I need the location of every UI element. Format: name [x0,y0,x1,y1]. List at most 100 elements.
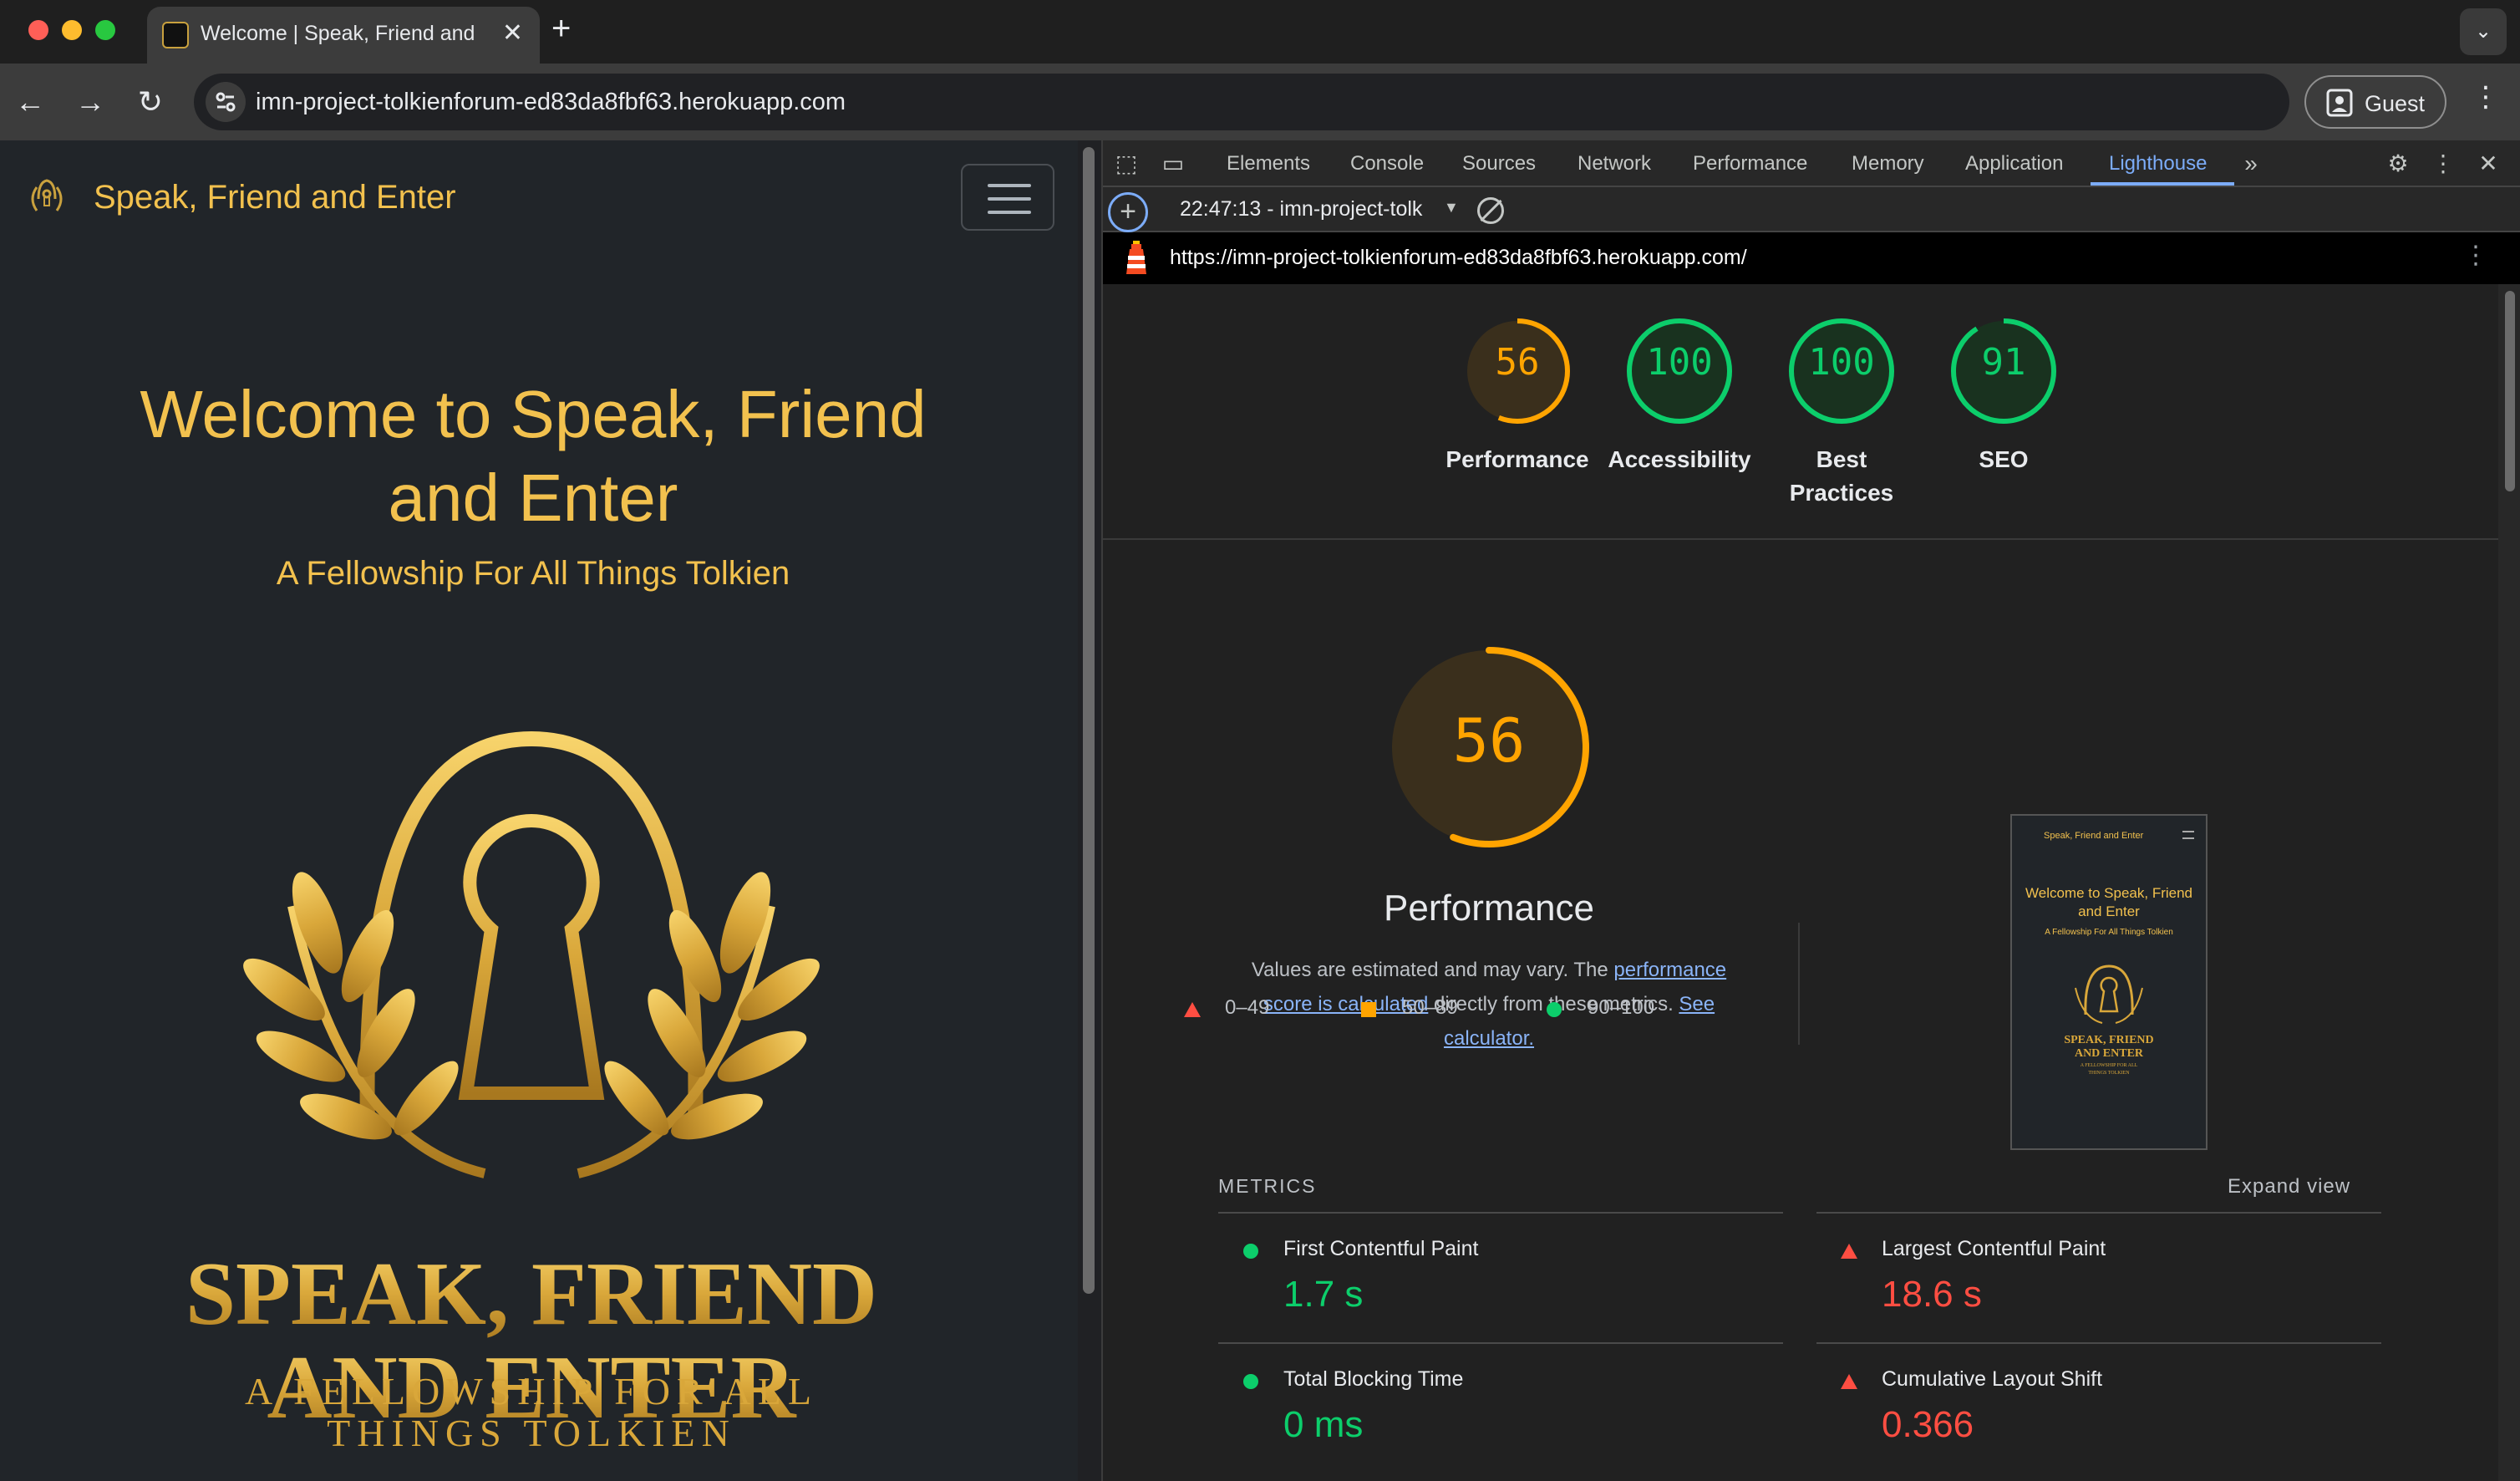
score-label: Accessibility [1608,446,1751,472]
score-gauge-seo[interactable]: 91 SEO [1928,316,2079,476]
report-scrollbar-thumb[interactable] [2505,291,2515,491]
report-selector[interactable]: 22:47:13 - imn-project-tolk [1180,197,1422,221]
score-note: Values are estimated and may vary. The p… [1251,959,1727,1050]
final-screenshot-thumbnail[interactable]: Speak, Friend and Enter Welcome to Speak… [2010,814,2208,1150]
metric-largest-contentful-paint: Largest Contentful Paint 18.6 s [1816,1214,2381,1344]
circle-icon [1547,1002,1562,1017]
expand-view-toggle[interactable]: Expand view [2228,1175,2350,1199]
inspect-element-icon[interactable]: ⬚ [1113,150,1140,177]
brand-logo-icon[interactable] [20,174,74,221]
profile-button[interactable]: Guest [2304,75,2446,129]
device-toolbar-icon[interactable]: ▭ [1160,150,1186,177]
chevron-down-icon[interactable]: ▼ [1444,199,1459,216]
score-gauge-performance[interactable]: 56 Performance [1442,316,1593,476]
circle-icon [1243,1374,1258,1389]
page-scrollbar[interactable] [1078,140,1101,1481]
tab-console[interactable]: Console [1350,152,1424,176]
tab-search-button[interactable]: ⌄ [2460,8,2507,55]
circle-icon [1243,1244,1258,1259]
tab-sources[interactable]: Sources [1462,152,1536,176]
tab-title: Welcome | Speak, Friend and Enter [201,22,476,45]
website-viewport: Speak, Friend and Enter Welcome to Speak… [0,140,1078,1481]
back-button[interactable]: ← [10,82,50,122]
score-value: 91 [1981,341,2026,384]
logo-title-line1: SPEAK, FRIEND [185,1244,877,1344]
score-value: 100 [1808,341,1875,384]
minimize-window-button[interactable] [62,20,82,40]
metric-value: 0.366 [1882,1404,1974,1445]
score-label: Performance [1445,446,1589,472]
lighthouse-report: 56 Performance 100 Accessibility 100 Best Prac… [1103,284,2498,1481]
new-report-button[interactable]: + [1108,192,1148,232]
reload-button[interactable]: ↻ [130,82,170,122]
lighthouse-toolbar: + 22:47:13 - imn-project-tolk ▼ [1103,187,2520,232]
triangle-icon [1841,1244,1857,1259]
svg-text:AND ENTER: AND ENTER [2075,1047,2144,1060]
browser-menu-icon[interactable]: ⋮ [2472,80,2500,122]
close-tab-icon[interactable]: ✕ [502,18,523,48]
navbar-toggle-button[interactable] [961,164,1054,231]
browser-tab[interactable]: Welcome | Speak, Friend and Enter ✕ [147,7,540,64]
metric-cumulative-layout-shift: Cumulative Layout Shift 0.366 [1816,1344,2381,1474]
score-gauge-accessibility[interactable]: 100 Accessibility [1604,316,1755,476]
browser-toolbar: ← → ↻ imn-project-tolkienforum-ed83da8fb… [0,64,2520,140]
svg-text:THINGS TOLKIEN: THINGS TOLKIEN [2088,1071,2130,1076]
report-menu-icon[interactable]: ⋮ [2463,241,2488,270]
hero-heading: Welcome to Speak, Friend and Enter [140,377,927,535]
page-scrollbar-thumb[interactable] [1083,147,1095,1294]
tab-strip: Welcome | Speak, Friend and Enter ✕ + ⌄ [0,0,2520,64]
logo-tagline: A FELLOWSHIP FOR ALL THINGS TOLKIEN [245,1370,811,1454]
svg-text:A FELLOWSHIP FOR ALL: A FELLOWSHIP FOR ALL [2081,1063,2138,1068]
tab-memory[interactable]: Memory [1852,152,1924,176]
close-devtools-icon[interactable]: ✕ [2475,150,2502,177]
site-favicon-icon [162,22,189,48]
new-tab-button[interactable]: + [551,10,571,48]
score-label: SEO [1979,446,2029,472]
settings-gear-icon[interactable]: ⚙ [2385,150,2411,177]
metric-name: Total Blocking Time [1283,1367,1464,1391]
score-gauge-best[interactable]: 100 Best Practices [1766,316,1917,510]
report-url[interactable]: https://imn-project-tolkienforum-ed83da8… [1170,246,1747,270]
profile-icon [2326,89,2353,117]
zoom-window-button[interactable] [95,20,115,40]
site-info-icon[interactable] [206,82,246,122]
close-window-button[interactable] [28,20,48,40]
tab-application[interactable]: Application [1965,152,2063,176]
svg-text:THINGS TOLKIEN: THINGS TOLKIEN [327,1412,736,1454]
metric-value: 0 ms [1283,1404,1364,1445]
performance-score-large: 56 [1452,705,1526,776]
metric-first-contentful-paint: First Contentful Paint 1.7 s [1218,1214,1783,1344]
tab-elements[interactable]: Elements [1227,152,1310,176]
report-scrollbar[interactable] [2498,284,2520,1481]
url-text: imn-project-tolkienforum-ed83da8fbf63.he… [256,89,846,115]
metric-name: Largest Contentful Paint [1882,1237,2106,1260]
score-value: 56 [1495,341,1540,384]
hamburger-icon [988,184,1031,187]
tab-performance[interactable]: Performance [1693,152,1807,176]
devtools-tabbar: ⬚ ▭ Elements Console Sources Network Per… [1103,140,2520,187]
divider [1103,538,2498,540]
devtools-menu-icon[interactable]: ⋮ [2430,150,2456,177]
tab-network[interactable]: Network [1578,152,1651,176]
hamburger-icon [2182,831,2194,839]
score-value: 100 [1646,341,1713,384]
lighthouse-icon [1126,241,1146,274]
hero-subtitle: A Fellowship For All Things Tolkien [276,555,790,592]
more-tabs-icon[interactable]: » [2238,150,2264,177]
forward-button[interactable]: → [70,82,110,122]
score-label: Best Practices [1789,446,1894,506]
metric-name: Cumulative Layout Shift [1882,1367,2103,1391]
metric-total-blocking-time: Total Blocking Time 0 ms [1218,1344,1783,1474]
triangle-icon [1841,1374,1857,1389]
tab-lighthouse[interactable]: Lighthouse [2109,152,2207,176]
report-url-bar: https://imn-project-tolkienforum-ed83da8… [1103,232,2520,284]
legend-fail: 0–49 [1183,996,1269,1020]
legend-average: 50–89 [1360,996,1458,1020]
navbar-brand[interactable]: Speak, Friend and Enter [94,179,456,216]
square-icon [1361,1002,1376,1017]
legend-pass: 90–100 [1546,996,1654,1020]
thumbnail-logo-image: SPEAK, FRIEND AND ENTER A FELLOWSHIP FOR… [2064,964,2154,1076]
browser-window: Welcome | Speak, Friend and Enter ✕ + ⌄ … [0,0,2520,1481]
clear-reports-icon[interactable] [1477,197,1504,224]
address-bar[interactable]: imn-project-tolkienforum-ed83da8fbf63.he… [194,74,2289,130]
